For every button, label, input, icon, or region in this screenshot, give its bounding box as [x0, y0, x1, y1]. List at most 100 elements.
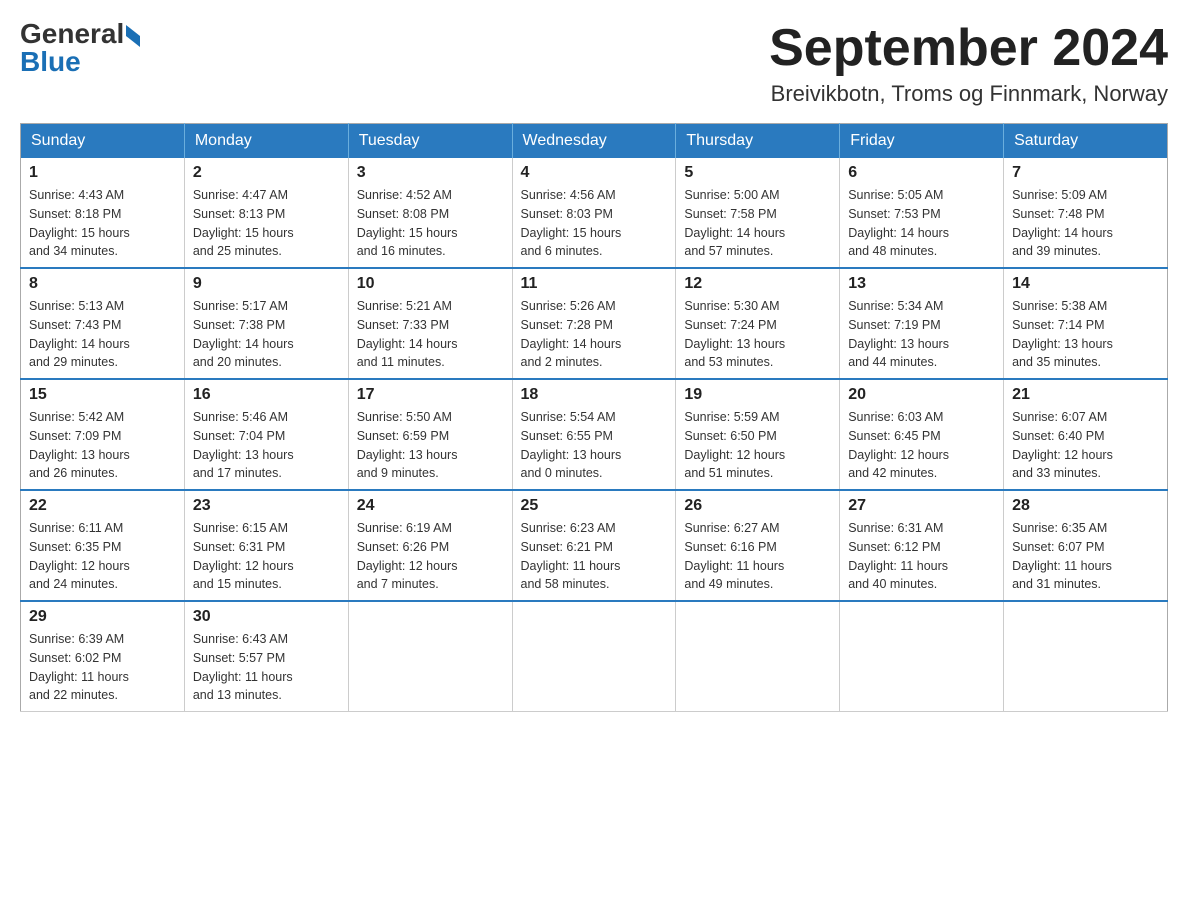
day-info: Sunrise: 6:03 AMSunset: 6:45 PMDaylight:…	[848, 408, 995, 483]
day-info: Sunrise: 5:54 AMSunset: 6:55 PMDaylight:…	[521, 408, 668, 483]
table-row: 4Sunrise: 4:56 AMSunset: 8:03 PMDaylight…	[512, 158, 676, 268]
day-number: 18	[521, 386, 668, 404]
day-info: Sunrise: 5:46 AMSunset: 7:04 PMDaylight:…	[193, 408, 340, 483]
day-info: Sunrise: 4:52 AMSunset: 8:08 PMDaylight:…	[357, 186, 504, 261]
day-info: Sunrise: 5:50 AMSunset: 6:59 PMDaylight:…	[357, 408, 504, 483]
table-row	[512, 601, 676, 712]
day-info: Sunrise: 5:30 AMSunset: 7:24 PMDaylight:…	[684, 297, 831, 372]
day-number: 23	[193, 497, 340, 515]
header-sunday: Sunday	[21, 124, 185, 159]
day-number: 4	[521, 164, 668, 182]
day-number: 15	[29, 386, 176, 404]
day-info: Sunrise: 4:47 AMSunset: 8:13 PMDaylight:…	[193, 186, 340, 261]
day-number: 30	[193, 608, 340, 626]
logo-blue-text: Blue	[20, 48, 81, 76]
day-info: Sunrise: 5:09 AMSunset: 7:48 PMDaylight:…	[1012, 186, 1159, 261]
table-row: 10 Sunrise: 5:21 AMSunset: 7:33 PMDayligh…	[348, 268, 512, 379]
table-row: 29Sunrise: 6:39 AMSunset: 6:02 PMDayligh…	[21, 601, 185, 712]
table-row: 12 Sunrise: 5:30 AMSunset: 7:24 PMDayligh…	[676, 268, 840, 379]
table-row	[1004, 601, 1168, 712]
day-info: Sunrise: 6:11 AMSunset: 6:35 PMDaylight:…	[29, 519, 176, 594]
table-row: 25Sunrise: 6:23 AMSunset: 6:21 PMDayligh…	[512, 490, 676, 601]
table-row: 15Sunrise: 5:42 AMSunset: 7:09 PMDayligh…	[21, 379, 185, 490]
day-number: 28	[1012, 497, 1159, 515]
day-number: 7	[1012, 164, 1159, 182]
weekday-header-row: Sunday Monday Tuesday Wednesday Thursday…	[21, 124, 1168, 159]
calendar-week-row: 8 Sunrise: 5:13 AMSunset: 7:43 PMDaylight…	[21, 268, 1168, 379]
table-row: 20 Sunrise: 6:03 AMSunset: 6:45 PMDayligh…	[840, 379, 1004, 490]
page-header: General Blue September 2024 Breivikbotn,…	[20, 20, 1168, 107]
day-info: Sunrise: 6:19 AMSunset: 6:26 PMDaylight:…	[357, 519, 504, 594]
title-area: September 2024 Breivikbotn, Troms og Fin…	[769, 20, 1168, 107]
header-saturday: Saturday	[1004, 124, 1168, 159]
table-row: 13Sunrise: 5:34 AMSunset: 7:19 PMDayligh…	[840, 268, 1004, 379]
table-row	[348, 601, 512, 712]
table-row	[676, 601, 840, 712]
day-number: 24	[357, 497, 504, 515]
day-info: Sunrise: 5:00 AMSunset: 7:58 PMDaylight:…	[684, 186, 831, 261]
day-info: Sunrise: 6:35 AMSunset: 6:07 PMDaylight:…	[1012, 519, 1159, 594]
day-number: 14	[1012, 275, 1159, 293]
header-wednesday: Wednesday	[512, 124, 676, 159]
day-info: Sunrise: 6:43 AMSunset: 5:57 PMDaylight:…	[193, 630, 340, 705]
day-info: Sunrise: 4:43 AMSunset: 8:18 PMDaylight:…	[29, 186, 176, 261]
table-row: 19Sunrise: 5:59 AMSunset: 6:50 PMDayligh…	[676, 379, 840, 490]
table-row: 9 Sunrise: 5:17 AMSunset: 7:38 PMDaylight…	[184, 268, 348, 379]
day-number: 11	[521, 275, 668, 293]
calendar-table: Sunday Monday Tuesday Wednesday Thursday…	[20, 123, 1168, 712]
table-row: 26 Sunrise: 6:27 AMSunset: 6:16 PMDayligh…	[676, 490, 840, 601]
calendar-week-row: 29Sunrise: 6:39 AMSunset: 6:02 PMDayligh…	[21, 601, 1168, 712]
table-row: 23 Sunrise: 6:15 AMSunset: 6:31 PMDayligh…	[184, 490, 348, 601]
day-info: Sunrise: 5:17 AMSunset: 7:38 PMDaylight:…	[193, 297, 340, 372]
day-info: Sunrise: 6:15 AMSunset: 6:31 PMDaylight:…	[193, 519, 340, 594]
calendar-week-row: 15Sunrise: 5:42 AMSunset: 7:09 PMDayligh…	[21, 379, 1168, 490]
table-row: 27 Sunrise: 6:31 AMSunset: 6:12 PMDayligh…	[840, 490, 1004, 601]
table-row: 11 Sunrise: 5:26 AMSunset: 7:28 PMDayligh…	[512, 268, 676, 379]
table-row: 2 Sunrise: 4:47 AMSunset: 8:13 PMDaylight…	[184, 158, 348, 268]
logo-general-text: General	[20, 20, 124, 48]
day-info: Sunrise: 5:13 AMSunset: 7:43 PMDaylight:…	[29, 297, 176, 372]
table-row: 28 Sunrise: 6:35 AMSunset: 6:07 PMDayligh…	[1004, 490, 1168, 601]
day-number: 27	[848, 497, 995, 515]
header-monday: Monday	[184, 124, 348, 159]
day-number: 17	[357, 386, 504, 404]
day-number: 26	[684, 497, 831, 515]
table-row: 17 Sunrise: 5:50 AMSunset: 6:59 PMDayligh…	[348, 379, 512, 490]
day-number: 20	[848, 386, 995, 404]
table-row: 21Sunrise: 6:07 AMSunset: 6:40 PMDayligh…	[1004, 379, 1168, 490]
table-row: 1Sunrise: 4:43 AMSunset: 8:18 PMDaylight…	[21, 158, 185, 268]
day-number: 2	[193, 164, 340, 182]
day-number: 13	[848, 275, 995, 293]
calendar-week-row: 22 Sunrise: 6:11 AMSunset: 6:35 PMDayligh…	[21, 490, 1168, 601]
table-row: 3 Sunrise: 4:52 AMSunset: 8:08 PMDaylight…	[348, 158, 512, 268]
day-info: Sunrise: 6:31 AMSunset: 6:12 PMDaylight:…	[848, 519, 995, 594]
logo: General Blue	[20, 20, 140, 76]
day-number: 3	[357, 164, 504, 182]
day-info: Sunrise: 5:26 AMSunset: 7:28 PMDaylight:…	[521, 297, 668, 372]
month-title: September 2024	[769, 20, 1168, 77]
location-subtitle: Breivikbotn, Troms og Finnmark, Norway	[769, 81, 1168, 107]
day-number: 22	[29, 497, 176, 515]
header-friday: Friday	[840, 124, 1004, 159]
day-number: 8	[29, 275, 176, 293]
table-row: 5 Sunrise: 5:00 AMSunset: 7:58 PMDaylight…	[676, 158, 840, 268]
table-row: 6 Sunrise: 5:05 AMSunset: 7:53 PMDaylight…	[840, 158, 1004, 268]
table-row	[840, 601, 1004, 712]
day-info: Sunrise: 5:21 AMSunset: 7:33 PMDaylight:…	[357, 297, 504, 372]
day-number: 12	[684, 275, 831, 293]
table-row: 7 Sunrise: 5:09 AMSunset: 7:48 PMDaylight…	[1004, 158, 1168, 268]
table-row: 8 Sunrise: 5:13 AMSunset: 7:43 PMDaylight…	[21, 268, 185, 379]
table-row: 16Sunrise: 5:46 AMSunset: 7:04 PMDayligh…	[184, 379, 348, 490]
day-info: Sunrise: 5:05 AMSunset: 7:53 PMDaylight:…	[848, 186, 995, 261]
day-info: Sunrise: 5:59 AMSunset: 6:50 PMDaylight:…	[684, 408, 831, 483]
table-row: 22 Sunrise: 6:11 AMSunset: 6:35 PMDayligh…	[21, 490, 185, 601]
day-info: Sunrise: 6:27 AMSunset: 6:16 PMDaylight:…	[684, 519, 831, 594]
day-number: 29	[29, 608, 176, 626]
day-number: 25	[521, 497, 668, 515]
header-tuesday: Tuesday	[348, 124, 512, 159]
day-number: 5	[684, 164, 831, 182]
day-number: 9	[193, 275, 340, 293]
day-number: 10	[357, 275, 504, 293]
day-info: Sunrise: 5:38 AMSunset: 7:14 PMDaylight:…	[1012, 297, 1159, 372]
day-number: 6	[848, 164, 995, 182]
